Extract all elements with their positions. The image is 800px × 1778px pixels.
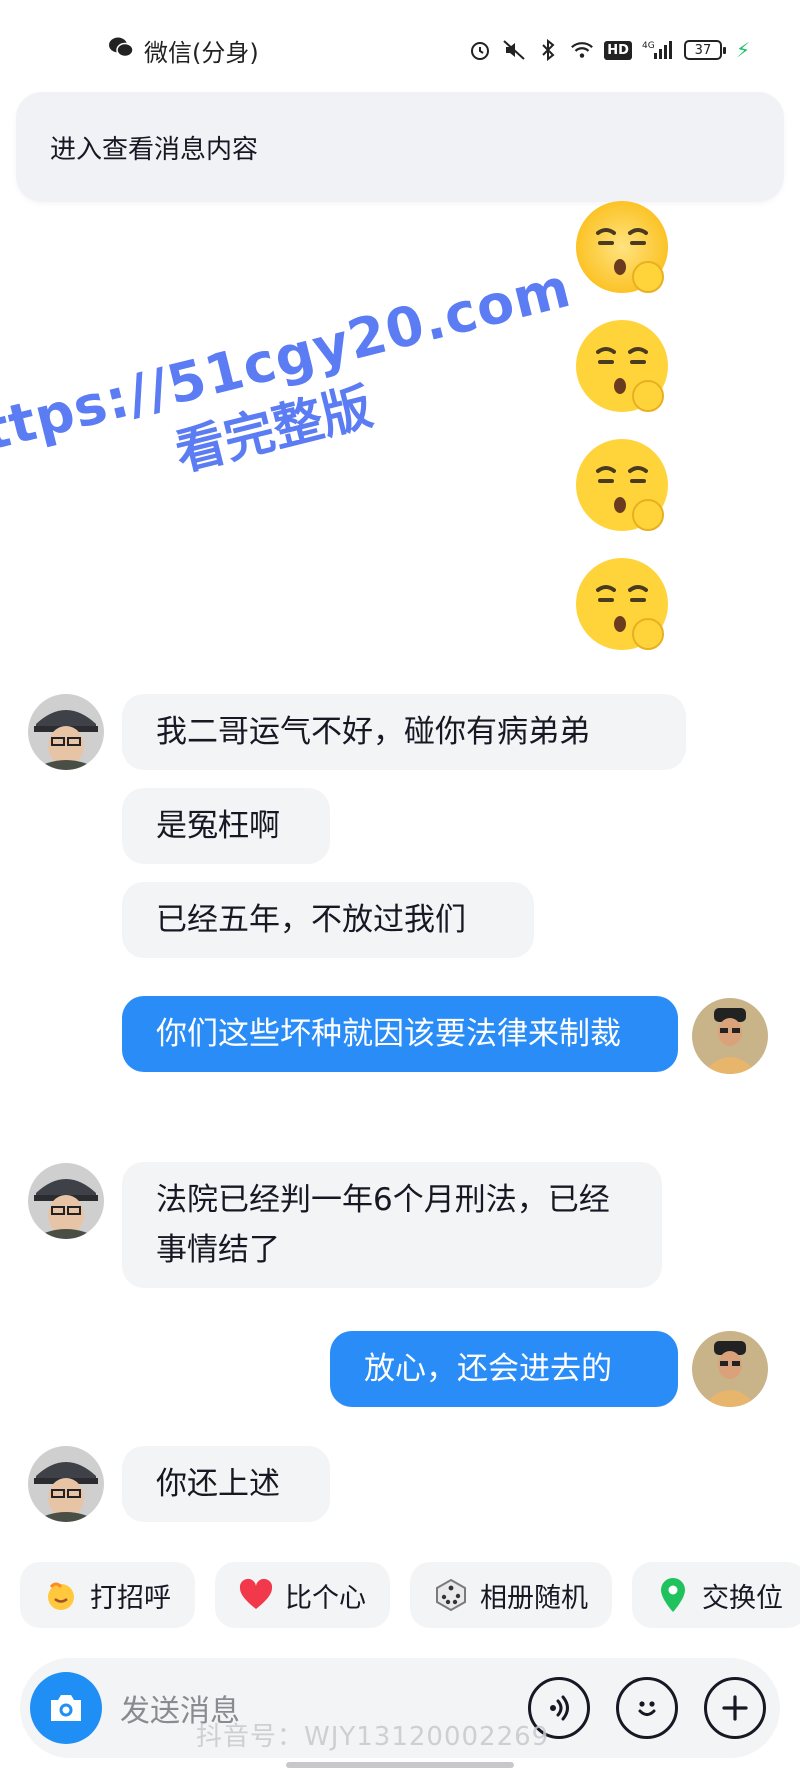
smiley-icon bbox=[638, 1701, 656, 1716]
bluetooth-icon bbox=[536, 38, 560, 62]
contact-avatar[interactable] bbox=[28, 694, 104, 770]
battery-level: 37 bbox=[694, 42, 712, 58]
incoming-message[interactable]: 我二哥运气不好，碰你有病弟弟 bbox=[122, 694, 686, 770]
emoji-button[interactable] bbox=[616, 1677, 678, 1739]
wave-hand-icon bbox=[42, 1576, 80, 1614]
plus-icon bbox=[722, 1695, 748, 1721]
shush-emoji-sticker bbox=[576, 320, 668, 412]
wifi-icon bbox=[570, 38, 594, 62]
notification-banner[interactable]: 进入查看消息内容 bbox=[16, 92, 784, 202]
battery-icon: 37 bbox=[683, 40, 726, 60]
outgoing-message[interactable]: 放心，还会进去的 bbox=[330, 1331, 678, 1407]
self-avatar[interactable] bbox=[692, 998, 768, 1074]
shush-emoji-sticker bbox=[576, 439, 668, 531]
shush-emoji-sticker bbox=[576, 558, 668, 650]
home-indicator[interactable] bbox=[286, 1762, 514, 1768]
incoming-message[interactable]: 法院已经判一年6个月刑法，已经事情结了 bbox=[122, 1162, 662, 1288]
outgoing-message[interactable]: 你们这些坏种就因该要法律来制裁 bbox=[122, 996, 678, 1072]
incoming-message[interactable]: 你还上述 bbox=[122, 1446, 330, 1522]
quick-actions-bar: 打招呼 比个心 相册随机 交换位 bbox=[20, 1562, 800, 1628]
status-icons: HD 4G 37 ⚡ bbox=[468, 38, 750, 62]
dice-icon bbox=[432, 1576, 470, 1614]
app-name: 微信(分身) bbox=[144, 38, 259, 67]
contact-avatar[interactable] bbox=[28, 1163, 104, 1239]
watermark-overlay: https://51cgy20.com 看完整版 bbox=[0, 256, 582, 644]
incoming-message[interactable]: 是冤枉啊 bbox=[122, 788, 330, 864]
alarm-icon bbox=[468, 38, 492, 62]
more-button[interactable] bbox=[704, 1677, 766, 1739]
signal-icon: 4G bbox=[642, 38, 674, 62]
quick-action-random-album[interactable]: 相册随机 bbox=[410, 1562, 612, 1628]
watermark-subtitle: 看完整版 bbox=[169, 377, 378, 483]
watermark-url: https://51cgy20.com bbox=[0, 255, 577, 473]
status-bar: 微信(分身) HD 4G 37 ⚡ bbox=[0, 0, 800, 100]
quick-action-label: 比个心 bbox=[285, 1582, 366, 1614]
svg-text:4G: 4G bbox=[642, 41, 655, 51]
mute-icon bbox=[502, 38, 526, 62]
banner-text: 进入查看消息内容 bbox=[50, 134, 259, 165]
quick-action-heart[interactable]: 比个心 bbox=[215, 1562, 390, 1628]
incoming-message[interactable]: 已经五年，不放过我们 bbox=[122, 882, 534, 958]
location-pin-icon bbox=[654, 1576, 692, 1614]
quick-action-greet[interactable]: 打招呼 bbox=[20, 1562, 195, 1628]
quick-action-label: 交换位 bbox=[702, 1582, 783, 1614]
camera-icon bbox=[51, 1695, 81, 1721]
camera-button[interactable] bbox=[30, 1672, 102, 1744]
quick-action-label: 相册随机 bbox=[480, 1582, 588, 1614]
shush-emoji-sticker bbox=[576, 201, 668, 293]
hd-badge: HD bbox=[604, 40, 632, 60]
quick-action-exchange-location[interactable]: 交换位 bbox=[632, 1562, 800, 1628]
contact-avatar[interactable] bbox=[28, 1446, 104, 1522]
self-avatar[interactable] bbox=[692, 1331, 768, 1407]
status-left: 微信(分身) bbox=[108, 33, 259, 68]
tiktok-watermark: 抖音号：WJY13120002269 bbox=[196, 1722, 550, 1752]
wechat-icon bbox=[108, 36, 134, 64]
heart-icon bbox=[237, 1576, 275, 1614]
quick-action-label: 打招呼 bbox=[90, 1582, 171, 1614]
charging-icon: ⚡ bbox=[735, 38, 750, 62]
